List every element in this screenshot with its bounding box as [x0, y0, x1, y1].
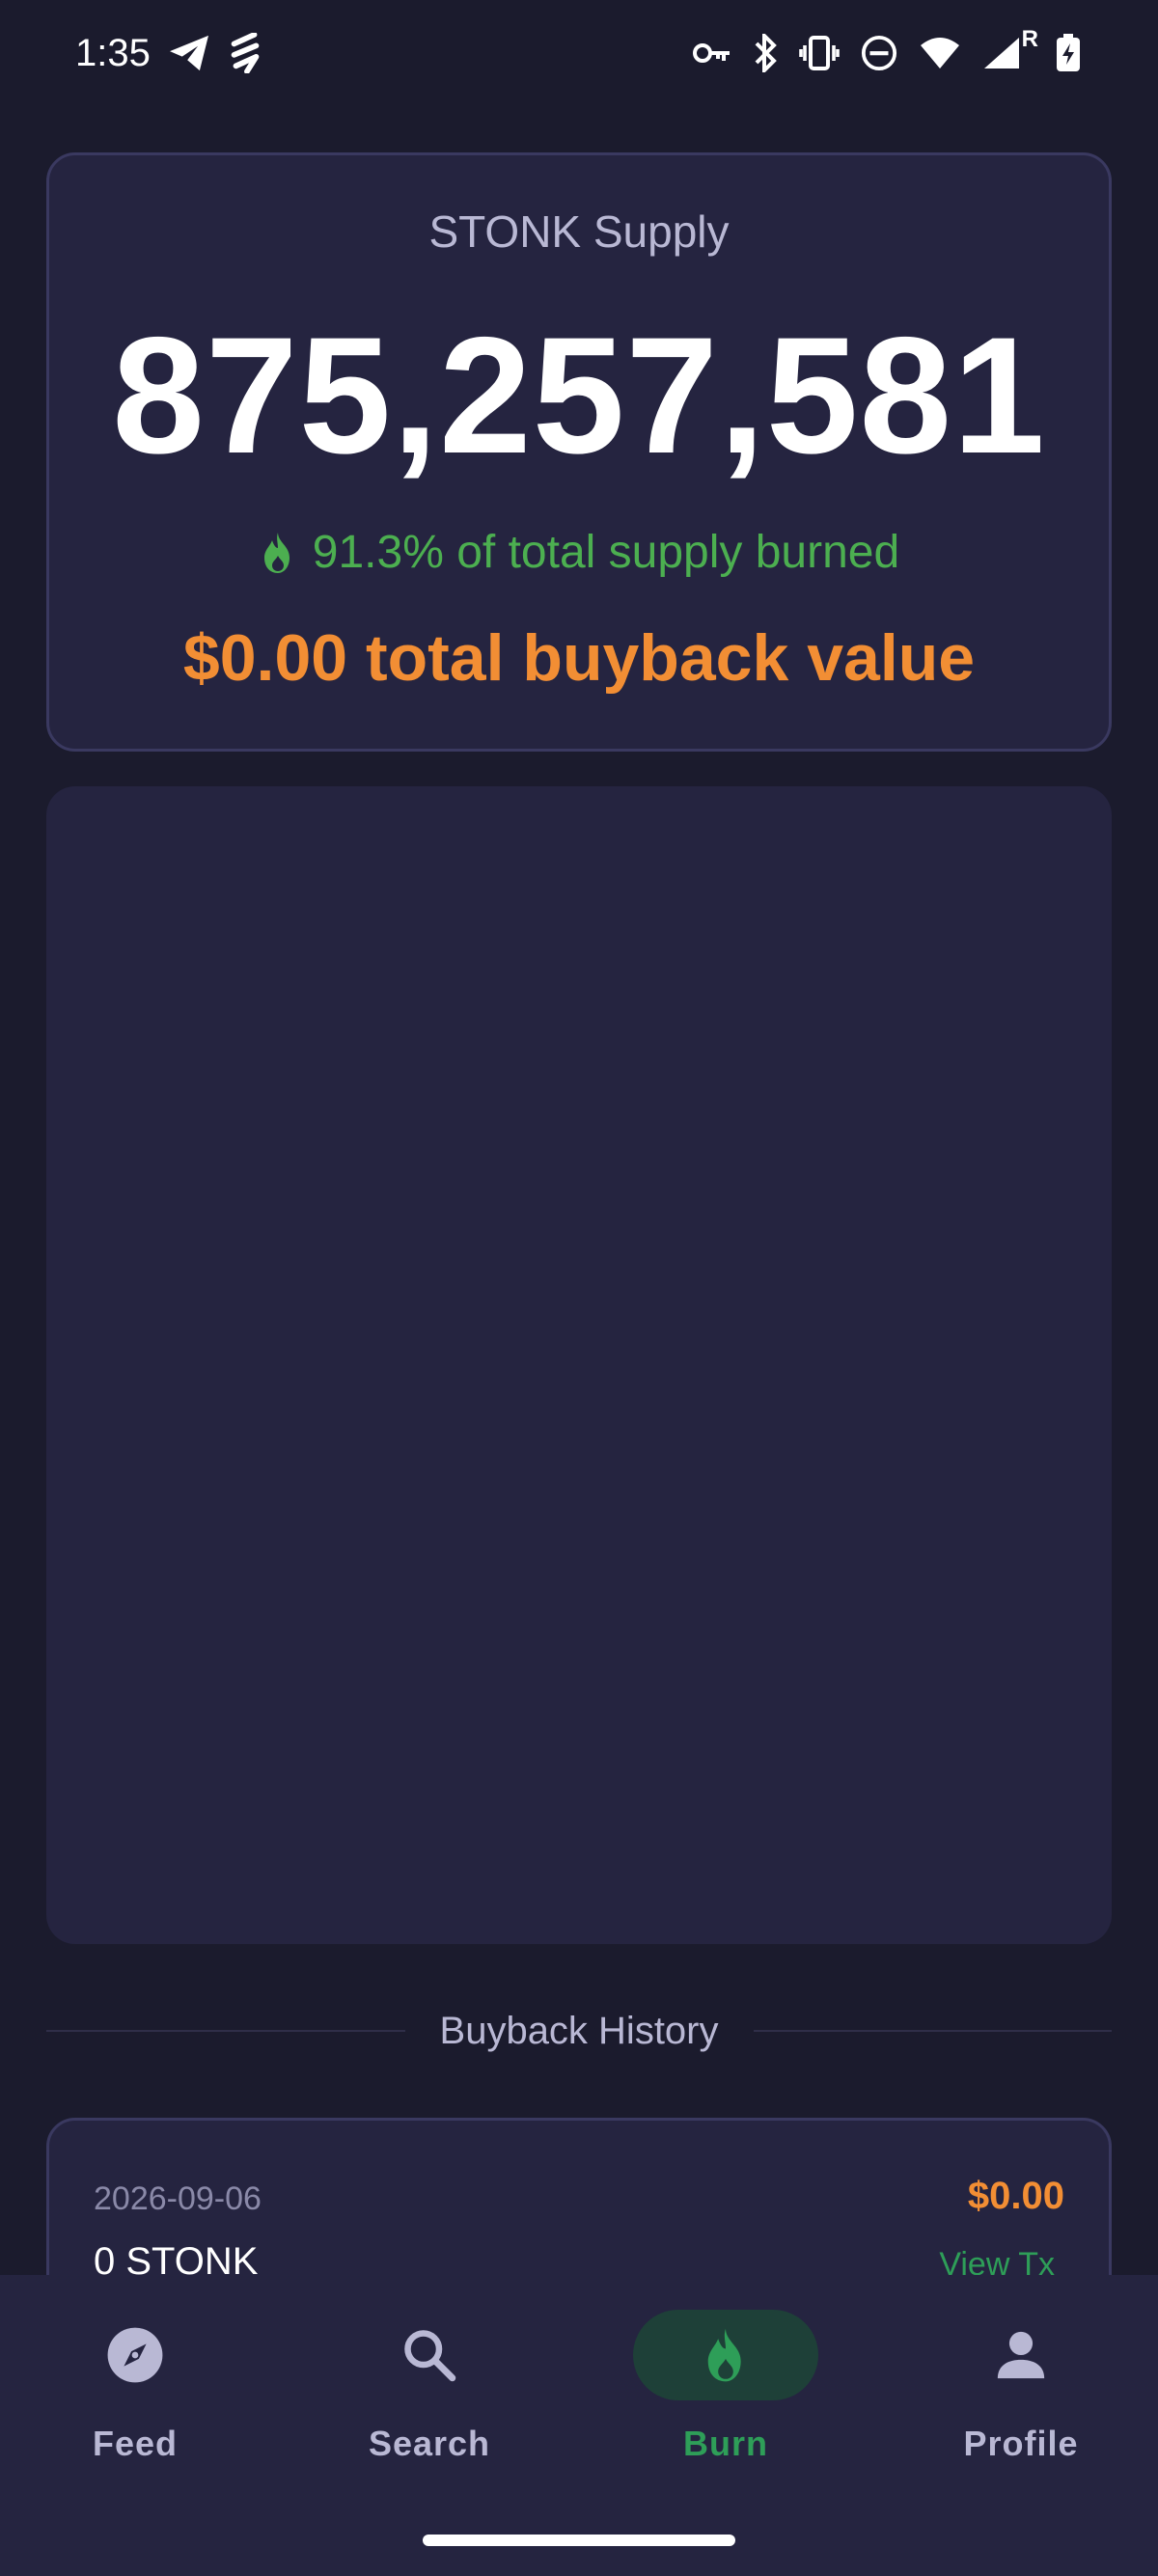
history-header: Buyback History: [46, 2002, 1113, 2060]
flame-icon: [633, 2310, 818, 2400]
status-bar: 1:35 R: [0, 0, 1158, 106]
history-date: 2026-09-06: [94, 2180, 262, 2217]
bluetooth-icon: [753, 34, 778, 72]
flame-icon: [259, 531, 297, 575]
compass-icon: [42, 2310, 228, 2400]
nav-label: Burn: [683, 2424, 768, 2463]
status-time: 1:35: [75, 31, 151, 74]
supply-card: STONK Supply 875,257,581 91.3% of total …: [46, 152, 1112, 752]
person-icon: [928, 2310, 1114, 2400]
nav-item-search[interactable]: Search: [323, 2310, 536, 2493]
nav-item-feed[interactable]: Feed: [29, 2310, 241, 2493]
status-left: 1:35: [75, 32, 262, 75]
bottom-nav: Feed Search Burn Profile: [0, 2275, 1158, 2576]
burned-percentage: 91.3% of total supply burned: [49, 526, 1109, 579]
key-icon: [693, 40, 731, 67]
history-title: Buyback History: [439, 2009, 719, 2052]
burned-text: 91.3% of total supply burned: [312, 527, 900, 578]
buyback-total: $0.00 total buyback value: [182, 621, 976, 695]
nav-item-profile[interactable]: Profile: [915, 2310, 1127, 2493]
divider: [753, 2030, 1113, 2032]
supply-title: STONK Supply: [428, 206, 730, 257]
history-value: $0.00: [967, 2175, 1064, 2217]
home-indicator[interactable]: [423, 2535, 735, 2546]
divider: [46, 2030, 405, 2032]
nav-label: Search: [368, 2424, 491, 2463]
battery-charging-icon: [1056, 34, 1081, 72]
dnd-icon: [861, 35, 897, 71]
wifi-icon: [919, 36, 961, 70]
signal-icon: R: [982, 26, 1038, 70]
nav-label: Feed: [92, 2424, 179, 2463]
status-right: R: [693, 26, 1081, 72]
supply-value: 875,257,581: [112, 303, 1046, 488]
nav-label: Profile: [963, 2424, 1079, 2463]
flash-icon: [228, 33, 262, 73]
vibrate-icon: [799, 36, 840, 70]
roaming-label: R: [1021, 26, 1038, 52]
chart-card: [46, 786, 1112, 1944]
telegram-icon: [168, 34, 210, 72]
nav-item-burn[interactable]: Burn: [620, 2310, 832, 2493]
search-icon: [337, 2310, 522, 2400]
